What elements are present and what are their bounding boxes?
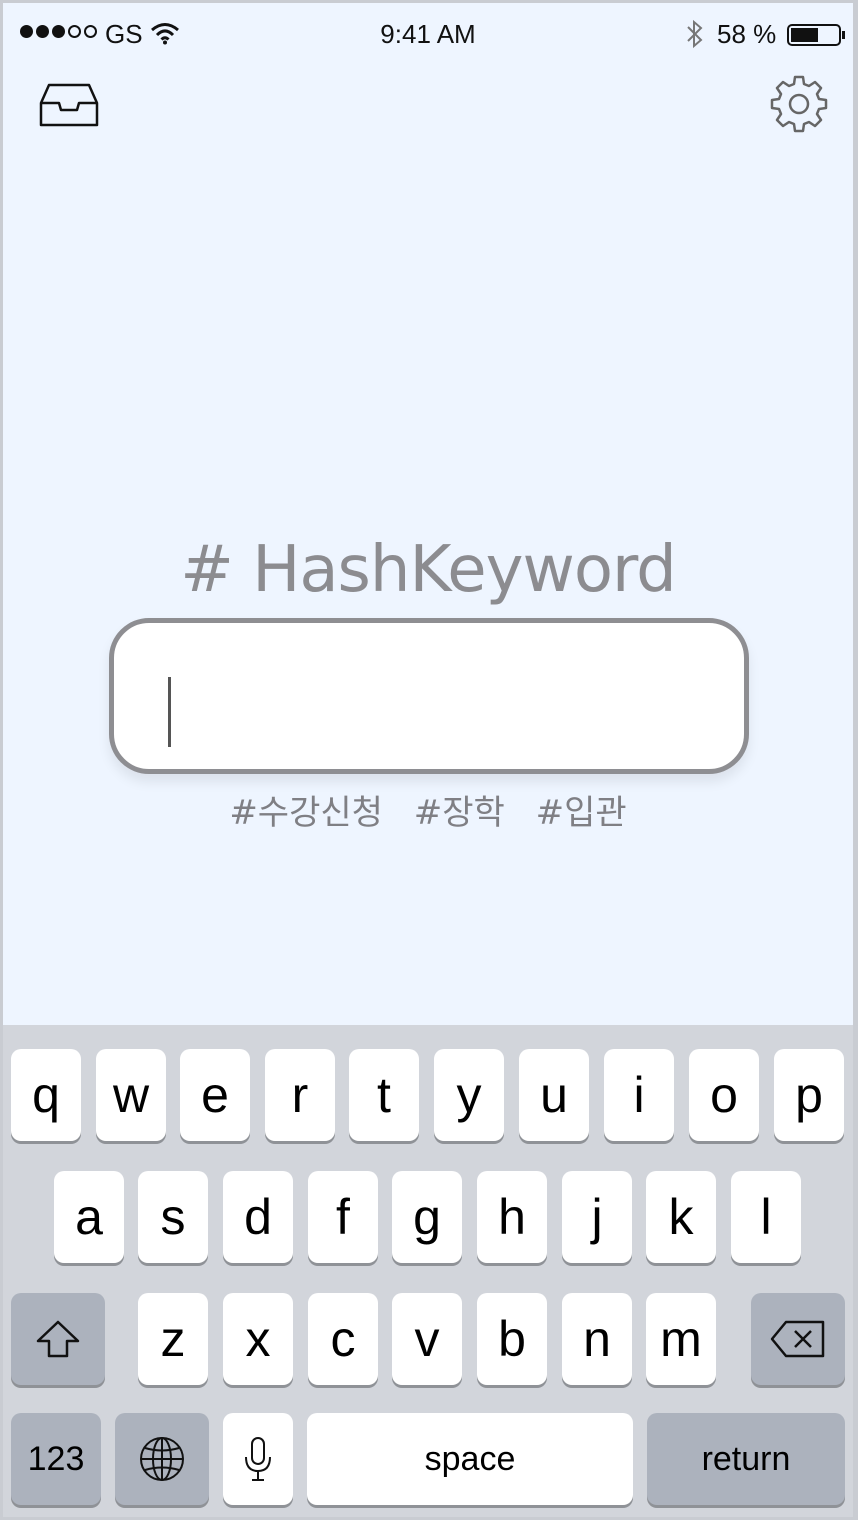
key-u[interactable]: u (519, 1049, 589, 1141)
page-title: # HashKeyword (180, 533, 677, 607)
key-k[interactable]: k (646, 1171, 716, 1263)
screen: GS 9:41 AM 58 % # HashKeyword #수강신청 #장학 … (3, 3, 853, 1517)
key-b[interactable]: b (477, 1293, 547, 1385)
key-m[interactable]: m (646, 1293, 716, 1385)
key-o[interactable]: o (689, 1049, 759, 1141)
text-caret (168, 677, 171, 747)
key-r[interactable]: r (265, 1049, 335, 1141)
key-z[interactable]: z (138, 1293, 208, 1385)
key-d[interactable]: d (223, 1171, 293, 1263)
key-s[interactable]: s (138, 1171, 208, 1263)
microphone-icon (245, 1437, 271, 1481)
inbox-button[interactable] (37, 81, 101, 129)
bluetooth-icon (687, 19, 703, 49)
keyboard: q w e r t y u i o p a s d f g h j k l z … (3, 1025, 853, 1517)
key-q[interactable]: q (11, 1049, 81, 1141)
battery-percent: 58 % (717, 19, 777, 49)
key-e[interactable]: e (180, 1049, 250, 1141)
gear-icon (770, 75, 828, 133)
key-c[interactable]: c (308, 1293, 378, 1385)
shift-arrow-icon (36, 1320, 80, 1358)
numbers-key[interactable]: 123 (11, 1413, 101, 1505)
key-f[interactable]: f (308, 1171, 378, 1263)
key-a[interactable]: a (54, 1171, 124, 1263)
status-bar: GS 9:41 AM 58 % (3, 3, 853, 63)
shift-key[interactable] (11, 1293, 105, 1385)
key-y[interactable]: y (434, 1049, 504, 1141)
return-key[interactable]: return (647, 1413, 845, 1505)
search-input[interactable] (134, 643, 724, 749)
key-n[interactable]: n (562, 1293, 632, 1385)
key-v[interactable]: v (392, 1293, 462, 1385)
key-x[interactable]: x (223, 1293, 293, 1385)
key-i[interactable]: i (604, 1049, 674, 1141)
tag-link[interactable]: #수강신청 (229, 785, 383, 834)
key-j[interactable]: j (562, 1171, 632, 1263)
settings-button[interactable] (768, 73, 830, 135)
delete-key[interactable] (751, 1293, 845, 1385)
backspace-icon (770, 1320, 825, 1358)
key-l[interactable]: l (731, 1171, 801, 1263)
tag-link[interactable]: #입관 (536, 785, 627, 834)
suggested-tags: #수강신청 #장학 #입관 (3, 785, 853, 834)
tag-link[interactable]: #장학 (414, 785, 505, 834)
key-g[interactable]: g (392, 1171, 462, 1263)
globe-icon (140, 1437, 184, 1481)
space-key[interactable]: space (307, 1413, 633, 1505)
inbox-tray-icon (39, 83, 99, 127)
globe-key[interactable] (115, 1413, 209, 1505)
battery-icon (787, 24, 845, 46)
key-h[interactable]: h (477, 1171, 547, 1263)
key-w[interactable]: w (96, 1049, 166, 1141)
key-p[interactable]: p (774, 1049, 844, 1141)
key-t[interactable]: t (349, 1049, 419, 1141)
microphone-key[interactable] (223, 1413, 293, 1505)
search-box[interactable] (109, 618, 749, 774)
